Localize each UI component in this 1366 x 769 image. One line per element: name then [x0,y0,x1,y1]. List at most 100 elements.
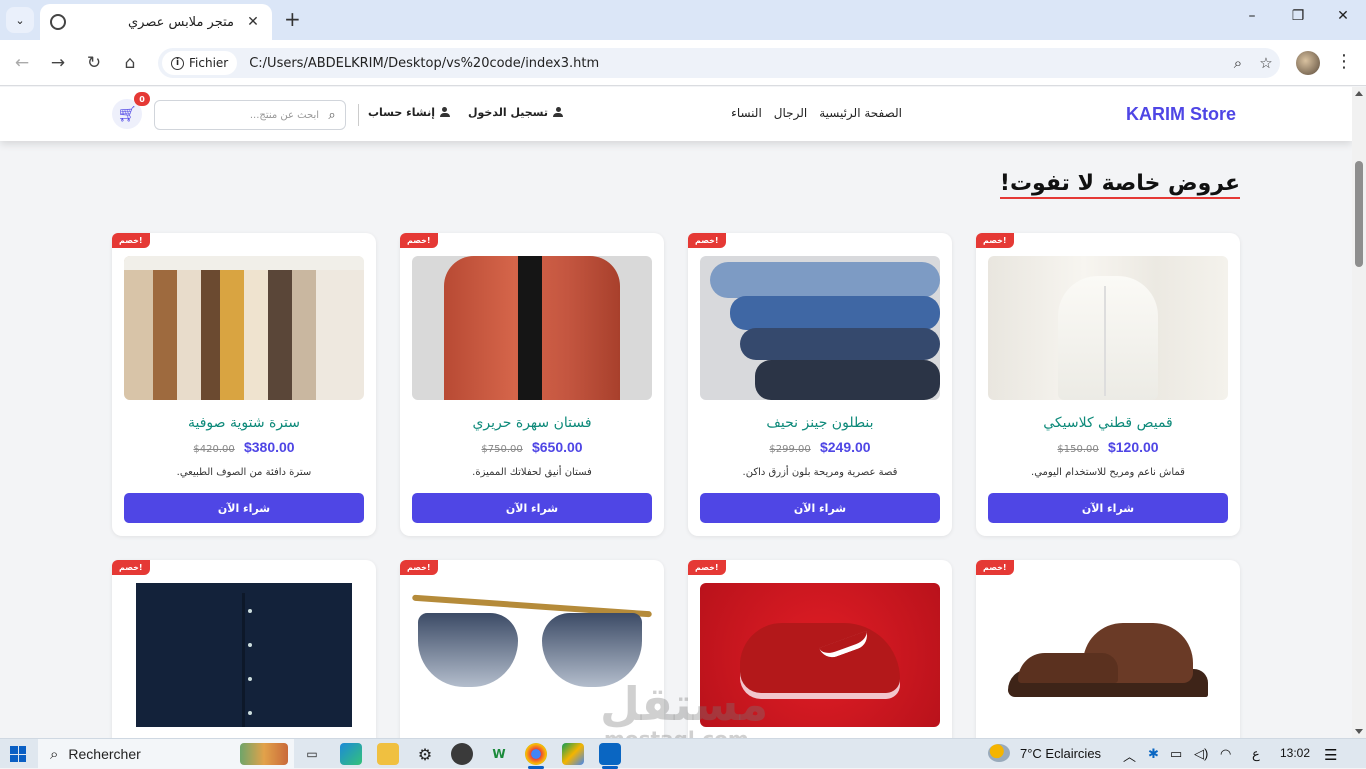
product-card: خصم! بنطلون جينز نحيف $299.00 $249.00 قص… [688,233,952,536]
cart-count-badge: 0 [134,92,150,106]
login-label: تسجيل الدخول [467,106,548,119]
minimize-button[interactable]: – [1242,8,1262,24]
search-icon[interactable]: ⌕ [319,108,345,123]
discount-badge: خصم! [112,560,150,575]
windows-start-icon[interactable] [10,746,26,762]
windows-taskbar: ⌕ Rechercher ▭ ⚙ W 7°C Eclaircies ︿ ✱ ▭ … [0,738,1366,769]
nav-home[interactable]: الصفحة الرئيسية [819,106,902,120]
user-icon [553,107,563,117]
discount-badge: خصم! [688,233,726,248]
globe-icon [50,14,66,30]
nav-women[interactable]: النساء [731,106,762,120]
product-description: سترة دافئة من الصوف الطبيعي. [176,467,312,478]
product-image-shirt[interactable] [988,256,1228,400]
product-description: قصة عصرية ومريحة بلون أزرق داكن. [742,467,898,478]
buy-now-button[interactable]: شراء الآن [412,493,652,523]
section-title: عروض خاصة لا تفوت! [999,171,1240,199]
search-icon: ⌕ [50,745,59,763]
buy-now-button[interactable]: شراء الآن [124,493,364,523]
product-name[interactable]: فستان سهرة حريري [400,415,664,431]
site-info-chip[interactable]: i Fichier [162,51,238,75]
scroll-up-icon[interactable] [1355,91,1363,96]
brand-logo[interactable]: KARIM Store [1126,104,1236,125]
product-search-input[interactable]: ⌕ ابحث عن منتج... [154,100,346,130]
buy-now-button[interactable]: شراء الآن [988,493,1228,523]
product-prices: $420.00 $380.00 [112,439,376,455]
old-price: $750.00 [481,444,523,455]
product-card: خصم! فستان سهرة حريري $750.00 $650.00 فس… [400,233,664,536]
discount-badge: خصم! [976,560,1014,575]
clock[interactable]: 13:02 [1280,746,1310,760]
address-bar[interactable]: i Fichier C:/Users/ABDELKRIM/Desktop/vs%… [158,48,1280,78]
edge-icon[interactable] [340,743,362,765]
app-w-icon[interactable]: W [488,743,510,765]
info-icon: i [171,56,184,70]
file-explorer-icon[interactable] [377,743,399,765]
volume-icon[interactable]: ◁) [1194,746,1208,762]
url-text[interactable]: C:/Users/ABDELKRIM/Desktop/vs%20code/ind… [249,56,1224,71]
chrome-icon[interactable] [525,743,547,765]
product-image-dark-shirt[interactable] [124,583,364,727]
discount-badge: خصم! [112,233,150,248]
tab-title: متجر ملابس عصري [127,14,234,30]
notifications-icon[interactable]: ☰ [1324,746,1337,764]
media-player-icon[interactable] [451,743,473,765]
product-image-dress[interactable] [412,256,652,400]
product-prices: $299.00 $249.00 [688,439,952,455]
profile-avatar[interactable] [1296,51,1320,75]
old-price: $420.00 [193,444,235,455]
battery-icon[interactable]: ▭ [1170,746,1182,762]
product-description: قماش ناعم ومريح للاستخدام اليومي. [1031,467,1185,478]
site-info-label: Fichier [189,56,229,70]
forward-icon[interactable]: → [47,52,69,74]
wifi-icon[interactable]: ◠ [1220,746,1231,762]
product-name[interactable]: قميص قطني كلاسيكي [976,415,1240,431]
discount-badge: خصم! [688,560,726,575]
product-card: خصم! [112,560,376,738]
browser-menu-icon[interactable]: ⋮ [1334,51,1354,72]
vscode-icon[interactable] [599,743,621,765]
product-description: فستان أنيق لحفلاتك المميزة. [472,467,592,478]
page-scrollbar[interactable] [1352,87,1366,738]
buy-now-button[interactable]: شراء الآن [700,493,940,523]
task-view-icon[interactable]: ▭ [301,743,323,765]
scroll-down-icon[interactable] [1355,729,1363,734]
product-image-shoes[interactable] [988,583,1228,727]
product-image-jacket[interactable] [124,256,364,400]
product-name[interactable]: سترة شتوية صوفية [112,415,376,431]
home-icon[interactable]: ⌂ [119,52,141,74]
user-plus-icon [439,107,450,117]
back-icon[interactable]: ← [11,52,33,74]
taskbar-search-label: Rechercher [68,746,141,762]
account-links: تسجيل الدخول إنشاء حساب [368,106,563,119]
tab-close-icon[interactable]: ✕ [244,14,262,30]
product-prices: $150.00 $120.00 [976,439,1240,455]
main-nav: الصفحة الرئيسية الرجال النساء [731,106,902,120]
login-link[interactable]: تسجيل الدخول [468,106,563,119]
signup-link[interactable]: إنشاء حساب [368,106,450,119]
bluetooth-icon[interactable]: ✱ [1148,746,1159,762]
discount-badge: خصم! [400,560,438,575]
product-image-jeans[interactable] [700,256,940,400]
product-name[interactable]: بنطلون جينز نحيف [688,415,952,431]
nav-men[interactable]: الرجال [774,106,807,120]
product-card: خصم! قميص قطني كلاسيكي $150.00 $120.00 ق… [976,233,1240,536]
new-price: $120.00 [1107,439,1159,455]
weather-icon[interactable] [988,744,1010,762]
input-language[interactable]: ع [1252,746,1260,762]
bookmark-star-icon[interactable]: ☆ [1252,54,1280,72]
tray-chevron-icon[interactable]: ︿ [1123,746,1136,765]
tab-search-dropdown[interactable]: ⌄ [6,7,34,33]
taskbar-widget-image[interactable] [240,743,288,765]
scrollbar-thumb[interactable] [1355,161,1363,267]
google-drive-icon[interactable] [562,743,584,765]
settings-gear-icon[interactable]: ⚙ [414,743,436,765]
zoom-icon[interactable]: ⌕ [1224,54,1252,72]
new-tab-button[interactable]: + [284,9,301,29]
restore-button[interactable]: ❐ [1288,8,1308,24]
weather-text[interactable]: 7°C Eclaircies [1020,746,1101,761]
browser-tab[interactable]: متجر ملابس عصري ✕ [40,4,272,40]
window-close-button[interactable]: ✕ [1333,8,1353,24]
reload-icon[interactable]: ↻ [83,52,105,74]
product-card: خصم! سترة شتوية صوفية $420.00 $380.00 ست… [112,233,376,536]
